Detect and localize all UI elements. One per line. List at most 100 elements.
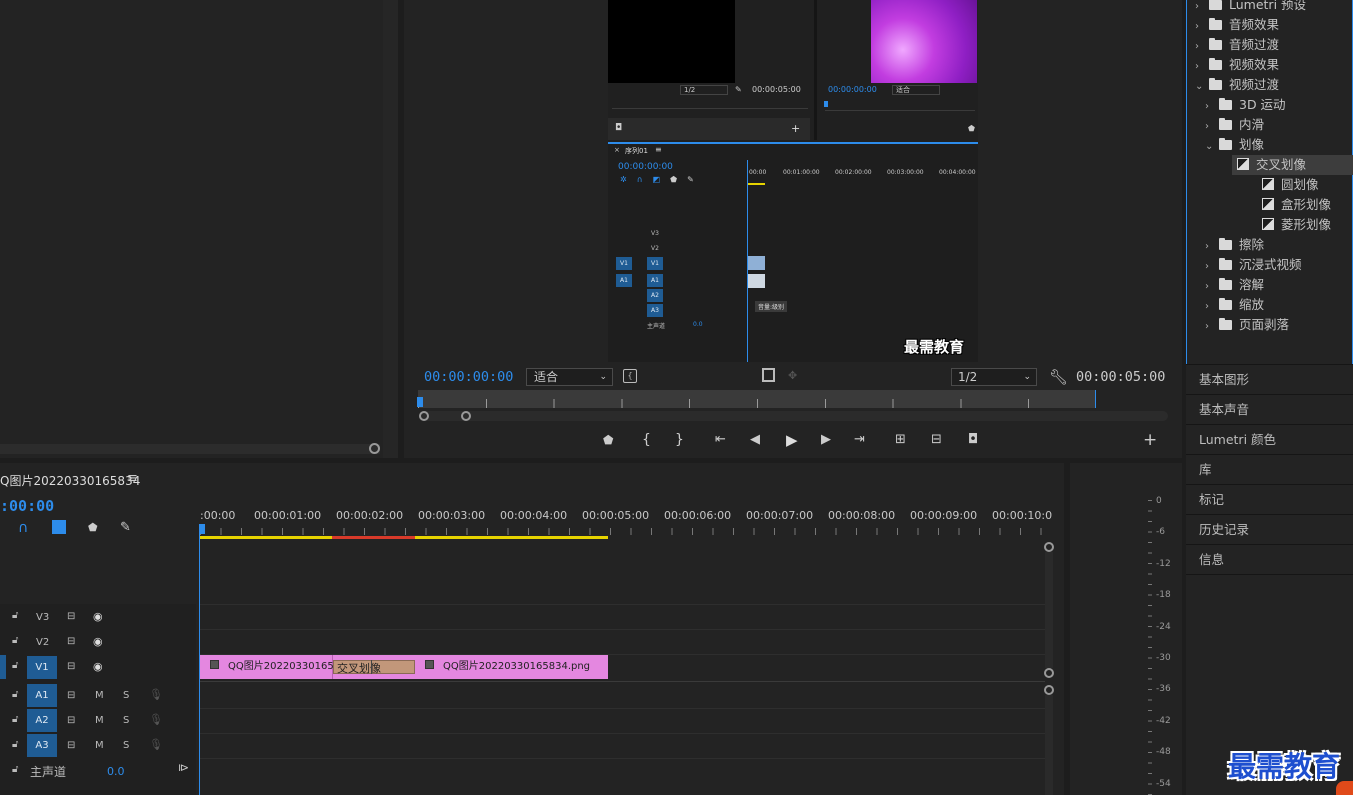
- export-frame-icon[interactable]: ◘: [968, 432, 978, 447]
- effects-tree-item[interactable]: 交叉划像: [1232, 155, 1353, 175]
- track-target-a1[interactable]: A1: [27, 684, 57, 707]
- track-target-v1[interactable]: V1: [27, 656, 57, 679]
- effects-tree-item[interactable]: › 音频效果: [1195, 15, 1279, 35]
- add-marker-icon[interactable]: ⬟: [88, 521, 98, 534]
- chevron-right-icon[interactable]: ›: [1205, 117, 1219, 137]
- effects-tree-item[interactable]: 盒形划像: [1221, 195, 1331, 215]
- video-clip-1[interactable]: QQ图片2022033016583: [200, 655, 346, 679]
- go-to-in-icon[interactable]: ⇤: [715, 432, 726, 447]
- linked-selection-icon[interactable]: [52, 520, 66, 534]
- effects-tree-item[interactable]: ⌄ 视频过渡: [1195, 75, 1279, 95]
- effects-tree-item[interactable]: › 3D 运动: [1205, 95, 1286, 115]
- snap-icon[interactable]: ∩: [18, 520, 28, 536]
- track-label-v3[interactable]: V3: [36, 612, 49, 623]
- lock-icon[interactable]: 🔓︎: [12, 610, 18, 621]
- lock-icon[interactable]: 🔓︎: [12, 689, 18, 700]
- chevron-right-icon[interactable]: ›: [1195, 57, 1209, 77]
- effects-tree-item[interactable]: › 视频效果: [1195, 55, 1279, 75]
- step-back-icon[interactable]: ◀︎: [750, 432, 760, 447]
- effects-tree-item[interactable]: › Lumetri 预设: [1195, 0, 1306, 15]
- side-panel-tab[interactable]: 基本图形: [1186, 364, 1353, 394]
- mute-button[interactable]: M: [95, 715, 104, 726]
- step-forward-icon[interactable]: ▶︎: [821, 432, 831, 447]
- side-panel-tab[interactable]: 标记: [1186, 484, 1353, 514]
- eye-icon[interactable]: ◉: [93, 660, 103, 673]
- track-target-a3[interactable]: A3: [27, 734, 57, 757]
- toggle-sync-icon[interactable]: ⊟: [67, 661, 75, 672]
- timeline-timecode[interactable]: :00:00: [0, 497, 54, 515]
- go-to-out-icon[interactable]: ⇥: [854, 432, 865, 447]
- eye-icon[interactable]: ◉: [93, 635, 103, 648]
- chevron-right-icon[interactable]: ›: [1205, 277, 1219, 297]
- toggle-sync-icon[interactable]: ⊟: [67, 715, 75, 726]
- toggle-sync-icon[interactable]: ⊟: [67, 690, 75, 701]
- effects-tree-item[interactable]: 菱形划像: [1221, 215, 1331, 235]
- lock-icon[interactable]: 🔓︎: [12, 764, 18, 775]
- program-time-ruler[interactable]: [418, 390, 1096, 408]
- microphone-icon[interactable]: 🎙︎: [149, 738, 163, 751]
- play-icon[interactable]: ▶︎: [786, 431, 798, 449]
- chevron-right-icon[interactable]: ›: [1195, 37, 1209, 57]
- side-panel-tab[interactable]: 基本声音: [1186, 394, 1353, 424]
- timeline-vscroll-track[interactable]: [1045, 552, 1053, 668]
- add-marker-icon[interactable]: ⬟: [603, 433, 613, 447]
- lock-icon[interactable]: 🔓︎: [12, 635, 18, 646]
- program-timecode[interactable]: 00:00:00:00: [424, 369, 513, 385]
- mark-in-icon[interactable]: {: [642, 432, 651, 448]
- timeline-vscroll-audio-track[interactable]: [1045, 695, 1053, 795]
- program-zoom-handle-left[interactable]: [419, 411, 429, 421]
- solo-button[interactable]: S: [123, 740, 129, 751]
- timeline-vscroll-audio-top[interactable]: [1044, 685, 1054, 695]
- chevron-right-icon[interactable]: ›: [1205, 97, 1219, 117]
- mute-button[interactable]: M: [95, 740, 104, 751]
- chevron-right-icon[interactable]: ›: [1205, 237, 1219, 257]
- effects-tree-item[interactable]: › 内滑: [1205, 115, 1264, 135]
- effects-tree-item[interactable]: › 缩放: [1205, 295, 1264, 315]
- program-zoom-scroll[interactable]: [420, 411, 1168, 421]
- source-monitor-scroll-handle[interactable]: [369, 443, 380, 454]
- effects-tree-item[interactable]: › 音频过渡: [1195, 35, 1279, 55]
- side-panel-tab[interactable]: Lumetri 颜色: [1186, 424, 1353, 454]
- microphone-icon[interactable]: 🎙︎: [149, 713, 163, 726]
- eye-icon[interactable]: ◉: [93, 610, 103, 623]
- chevron-right-icon[interactable]: ›: [1205, 317, 1219, 337]
- master-volume-value[interactable]: 0.0: [107, 765, 125, 778]
- timeline-playhead[interactable]: [199, 524, 205, 534]
- effects-tree-item[interactable]: › 页面剥落: [1205, 315, 1289, 335]
- overwrite-icon[interactable]: ⊟: [931, 432, 942, 447]
- mute-button[interactable]: M: [95, 690, 104, 701]
- side-panel-tab[interactable]: 历史记录: [1186, 514, 1353, 544]
- wrench-icon[interactable]: 🔧︎: [1049, 368, 1068, 386]
- chevron-right-icon[interactable]: ›: [1205, 257, 1219, 277]
- source-monitor-scroll-track[interactable]: [0, 444, 380, 454]
- lock-icon[interactable]: 🔓︎: [12, 714, 18, 725]
- transition-cross-iris[interactable]: 交叉划像: [333, 660, 415, 675]
- toggle-sync-icon[interactable]: ⊟: [67, 636, 75, 647]
- program-zoom-handle-right[interactable]: [461, 411, 471, 421]
- insert-icon[interactable]: ⊞: [895, 432, 906, 447]
- timeline-tab-title[interactable]: Q图片20220330165834: [0, 472, 140, 489]
- track-label-v2[interactable]: V2: [36, 637, 49, 648]
- program-resolution-select[interactable]: 1/2 ⌄: [951, 368, 1037, 386]
- chevron-right-icon[interactable]: ›: [1205, 297, 1219, 317]
- effects-tree-item[interactable]: ⌄ 划像: [1205, 135, 1264, 155]
- program-playhead-icon[interactable]: [417, 397, 423, 407]
- button-editor-icon[interactable]: +: [1143, 430, 1157, 450]
- chevron-right-icon[interactable]: ›: [1195, 17, 1209, 37]
- chevron-down-icon[interactable]: ⌄: [1195, 77, 1209, 97]
- safe-margins-icon[interactable]: {: [623, 369, 637, 383]
- effects-tree-item[interactable]: › 沉浸式视频: [1205, 255, 1302, 275]
- effects-tree-item[interactable]: › 溶解: [1205, 275, 1264, 295]
- track-target-a2[interactable]: A2: [27, 709, 57, 732]
- source-patch-v1[interactable]: [0, 655, 6, 679]
- go-to-end-icon[interactable]: ⧐: [178, 761, 189, 774]
- chevron-down-icon[interactable]: ⌄: [1205, 137, 1219, 157]
- comparison-view-icon[interactable]: [762, 368, 775, 382]
- lock-icon[interactable]: 🔓︎: [12, 660, 18, 671]
- effects-tree-item[interactable]: 圆划像: [1221, 175, 1319, 195]
- timeline-settings-wrench-icon[interactable]: ✎: [120, 520, 131, 535]
- microphone-icon[interactable]: 🎙︎: [149, 688, 163, 701]
- solo-button[interactable]: S: [123, 715, 129, 726]
- timeline-menu-icon[interactable]: ≡: [127, 471, 138, 486]
- side-panel-tab[interactable]: 信息: [1186, 544, 1353, 574]
